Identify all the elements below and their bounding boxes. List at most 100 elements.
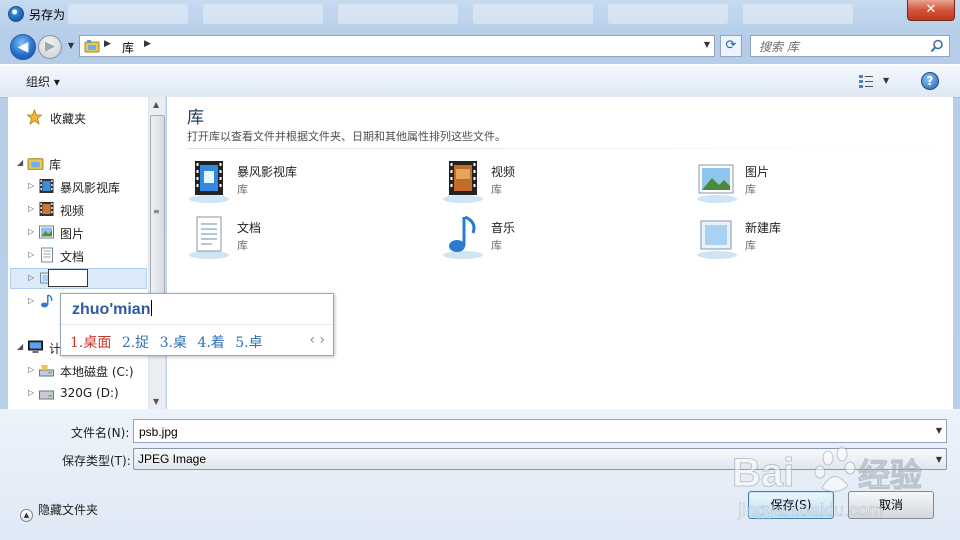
rename-field[interactable]: [48, 269, 88, 287]
library-type: 库: [745, 239, 756, 252]
ime-candidate[interactable]: 3.桌: [160, 335, 187, 351]
ime-candidate[interactable]: 4.着: [197, 335, 224, 351]
tree-collapsed-icon[interactable]: ▷: [28, 227, 34, 236]
library-content-pane: 库 打开库以查看文件并根据文件夹、日期和其他属性排列这些文件。 暴风影视库 库: [167, 97, 953, 409]
ime-page-nav[interactable]: ‹ ›: [309, 332, 325, 348]
library-tile-new-library[interactable]: 新建库 库: [693, 213, 923, 263]
search-input[interactable]: [757, 38, 931, 56]
nav-scrollbar[interactable]: ▲ ≡ ▼: [148, 97, 165, 409]
video-icon: [39, 202, 54, 216]
library-tile-documents[interactable]: 文档 库: [185, 213, 415, 263]
ghost-tab: [608, 4, 728, 24]
ime-candidate-window: zhuo'mian 1.桌面 2.捉 3.桌 4.着 5.卓 ‹ ›: [60, 293, 334, 356]
ghost-tab: [743, 4, 853, 24]
library-tile-videos[interactable]: 视频 库: [439, 157, 669, 207]
chevron-down-icon[interactable]: ▼: [936, 426, 942, 435]
chevron-down-icon: ▼: [67, 41, 75, 50]
filename-label: 文件名(N):: [71, 426, 130, 440]
library-name: 新建库: [745, 221, 782, 235]
sidebar-item-label: 视频: [60, 204, 85, 218]
chevron-down-icon[interactable]: ▼: [704, 40, 710, 49]
tree-collapsed-icon[interactable]: ▷: [28, 273, 34, 282]
picture-icon: [697, 164, 737, 203]
arrow-right-icon: ▶: [45, 39, 55, 54]
app-icon: [8, 6, 24, 22]
ime-candidates: 1.桌面 2.捉 3.桌 4.着 5.卓: [70, 332, 269, 352]
forward-button[interactable]: ▶: [38, 35, 62, 59]
library-name: 图片: [745, 165, 770, 179]
tree-expanded-icon[interactable]: ◢: [17, 158, 23, 167]
video-icon: [443, 161, 483, 203]
sidebar-item-label: 收藏夹: [50, 112, 87, 126]
library-name: 视频: [491, 165, 516, 179]
library-tile-video-library[interactable]: 暴风影视库 库: [185, 157, 415, 207]
tree-collapsed-icon[interactable]: ▷: [28, 388, 34, 397]
sidebar-item-label: 库: [49, 158, 62, 172]
tree-expanded-icon[interactable]: ◢: [17, 342, 23, 351]
search-box[interactable]: [750, 35, 950, 57]
library-icon: [27, 158, 44, 170]
library-name: 音乐: [491, 221, 516, 235]
library-type: 库: [237, 239, 248, 252]
hide-folders-toggle[interactable]: ▲ 隐藏文件夹: [20, 501, 98, 522]
back-button[interactable]: ◀: [10, 34, 36, 60]
library-type: 库: [491, 183, 502, 196]
document-icon: [189, 216, 229, 259]
ime-candidate[interactable]: 5.卓: [235, 335, 262, 351]
baidu-jingyan-watermark: Bai 经验 jingyan.baidu.com: [732, 446, 923, 520]
ghost-tab: [203, 4, 323, 24]
tree-collapsed-icon[interactable]: ▷: [28, 365, 34, 374]
organize-menu-button[interactable]: 组织 ▾: [26, 73, 60, 90]
command-bar: 组织 ▾ ▼ ?: [0, 64, 960, 98]
library-name: 暴风影视库: [237, 165, 298, 179]
page-subtitle: 打开库以查看文件并根据文件夹、日期和其他属性排列这些文件。: [187, 130, 506, 143]
refresh-button[interactable]: ⟳: [720, 35, 742, 57]
tree-collapsed-icon[interactable]: ▷: [28, 296, 34, 305]
watermark-brand-cn: 经验: [858, 456, 922, 494]
watermark-brand: Bai: [732, 451, 794, 495]
new-library-icon: [697, 220, 737, 259]
page-title: 库: [187, 108, 204, 128]
drive-icon: [39, 390, 54, 400]
tree-collapsed-icon[interactable]: ▷: [28, 181, 34, 190]
ime-composition-text: zhuo'mian: [72, 301, 151, 318]
star-icon: [26, 109, 43, 125]
library-name: 文档: [237, 221, 262, 235]
filename-input[interactable]: [137, 423, 921, 441]
computer-icon: [28, 340, 43, 353]
library-type: 库: [237, 183, 248, 196]
scroll-down-icon[interactable]: ▼: [153, 397, 159, 406]
library-icon: [84, 40, 100, 53]
video-library-icon: [39, 179, 54, 193]
sidebar-item-label: 本地磁盘 (C:): [60, 365, 134, 379]
library-tile-music[interactable]: 音乐 库: [439, 213, 669, 263]
ghost-tab: [338, 4, 458, 24]
close-button[interactable]: ✕: [907, 0, 955, 21]
help-icon[interactable]: ?: [921, 72, 939, 90]
ime-candidate[interactable]: 2.捉: [122, 335, 149, 351]
ime-candidate[interactable]: 1.桌面: [70, 335, 111, 351]
tree-collapsed-icon[interactable]: ▷: [28, 204, 34, 213]
breadcrumb-segment[interactable]: 库: [122, 39, 134, 56]
history-dropdown[interactable]: ▼: [65, 40, 77, 52]
music-icon: [443, 215, 483, 259]
scroll-up-icon[interactable]: ▲: [153, 100, 159, 109]
video-library-icon: [189, 161, 229, 203]
sidebar-item-label: 文档: [60, 250, 85, 264]
tree-collapsed-icon[interactable]: ▷: [28, 250, 34, 259]
chevron-down-icon[interactable]: ▼: [883, 76, 889, 85]
arrow-left-icon: ◀: [17, 39, 29, 55]
ime-composition: zhuo'mian: [72, 300, 153, 319]
music-icon: [41, 294, 53, 308]
title-bar: 另存为 ✕: [0, 0, 960, 28]
chevron-right-icon[interactable]: ▶: [104, 39, 111, 49]
view-options-icon[interactable]: [858, 73, 874, 89]
hide-folders-label: 隐藏文件夹: [38, 503, 99, 517]
address-bar[interactable]: ▶ 库 ▶ ▼: [79, 35, 715, 57]
document-icon: [41, 247, 53, 263]
library-tile-pictures[interactable]: 图片 库: [693, 157, 923, 207]
sidebar-item-label: 暴风影视库: [60, 181, 121, 195]
search-icon[interactable]: [930, 39, 944, 53]
chevron-right-icon[interactable]: ▶: [144, 39, 151, 49]
ghost-tab: [68, 4, 188, 24]
